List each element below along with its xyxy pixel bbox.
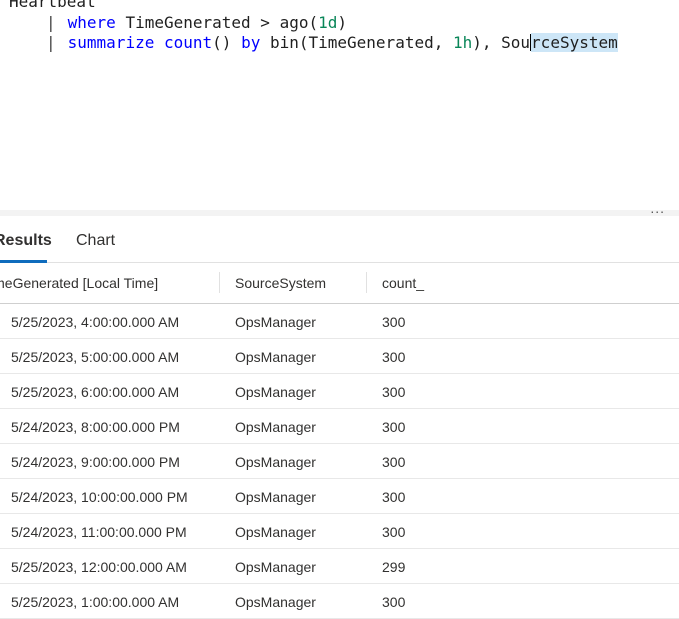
cell-count: 300 — [382, 384, 406, 400]
table-row[interactable]: 5/25/2023, 1:00:00.000 AM OpsManager 300 — [0, 584, 679, 619]
table-body: 5/25/2023, 4:00:00.000 AM OpsManager 300… — [0, 304, 679, 619]
summarize-keyword: summarize — [67, 33, 155, 52]
cell-count: 300 — [382, 419, 406, 435]
table-row[interactable]: 5/24/2023, 11:00:00.000 PM OpsManager 30… — [0, 514, 679, 549]
cell-timegenerated: 5/24/2023, 8:00:00.000 PM — [11, 419, 180, 435]
cell-timegenerated: 5/24/2023, 11:00:00.000 PM — [11, 524, 187, 540]
column-resize-handle[interactable] — [219, 272, 220, 293]
tab-results[interactable]: Results — [0, 232, 52, 250]
column-resize-handle[interactable] — [366, 272, 367, 293]
cell-count: 300 — [382, 314, 406, 330]
cell-sourcesystem: OpsManager — [235, 454, 316, 470]
cell-timegenerated: 5/25/2023, 12:00:00.000 AM — [11, 559, 187, 575]
table-row[interactable]: 5/25/2023, 5:00:00.000 AM OpsManager 300 — [0, 339, 679, 374]
cell-count: 300 — [382, 454, 406, 470]
cell-sourcesystem: OpsManager — [235, 559, 316, 575]
table-header: TimeGenerated [Local Time] SourceSystem … — [0, 263, 679, 304]
cell-count: 299 — [382, 559, 406, 575]
count-parens: () — [212, 33, 242, 52]
ago-number: 1d — [318, 13, 338, 32]
count-function: count — [163, 33, 213, 52]
column-header-sourcesystem[interactable]: SourceSystem — [235, 275, 326, 291]
selected-text: rceSystem — [531, 33, 618, 52]
column-header-timegenerated[interactable]: TimeGenerated [Local Time] — [0, 275, 158, 291]
bin-expression: bin(TimeGenerated, — [260, 33, 453, 52]
source-prefix: ), Sou — [472, 33, 531, 52]
cell-timegenerated: 5/24/2023, 9:00:00.000 PM — [11, 454, 180, 470]
tab-chart[interactable]: Chart — [76, 232, 115, 250]
table-row[interactable]: 5/24/2023, 10:00:00.000 PM OpsManager 30… — [0, 479, 679, 514]
table-row[interactable]: 5/25/2023, 6:00:00.000 AM OpsManager 300 — [0, 374, 679, 409]
cell-timegenerated: 5/25/2023, 1:00:00.000 AM — [11, 594, 180, 610]
cell-timegenerated: 5/25/2023, 6:00:00.000 AM — [11, 384, 180, 400]
pipe-token: | — [46, 13, 56, 32]
cell-sourcesystem: OpsManager — [235, 314, 316, 330]
table-name-token: Heartbeat — [9, 0, 96, 11]
by-keyword: by — [241, 33, 261, 52]
cell-sourcesystem: OpsManager — [235, 489, 316, 505]
cell-timegenerated: 5/24/2023, 10:00:00.000 PM — [11, 489, 188, 505]
table-row[interactable]: 5/25/2023, 4:00:00.000 AM OpsManager 300 — [0, 304, 679, 339]
cell-sourcesystem: OpsManager — [235, 594, 316, 610]
cell-sourcesystem: OpsManager — [235, 524, 316, 540]
more-options-icon[interactable]: ... — [650, 200, 665, 216]
cell-timegenerated: 5/25/2023, 5:00:00.000 AM — [11, 349, 180, 365]
cell-count: 300 — [382, 594, 406, 610]
pipe-token: | — [46, 33, 56, 52]
cell-count: 300 — [382, 489, 406, 505]
table-row[interactable]: 5/25/2023, 12:00:00.000 AM OpsManager 29… — [0, 549, 679, 584]
where-expression: TimeGenerated > ago( — [115, 13, 319, 32]
query-editor[interactable]: Heartbeat | where TimeGenerated > ago(1d)… — [0, 0, 679, 210]
bin-number: 1h — [452, 33, 473, 52]
code-line-1: Heartbeat — [9, 0, 96, 12]
where-keyword: where — [67, 13, 116, 32]
cell-sourcesystem: OpsManager — [235, 384, 316, 400]
cell-timegenerated: 5/25/2023, 4:00:00.000 AM — [11, 314, 180, 330]
table-row[interactable]: 5/24/2023, 8:00:00.000 PM OpsManager 300 — [0, 409, 679, 444]
cell-count: 300 — [382, 524, 406, 540]
cell-count: 300 — [382, 349, 406, 365]
close-paren: ) — [337, 13, 348, 32]
cell-sourcesystem: OpsManager — [235, 349, 316, 365]
column-header-count[interactable]: count_ — [382, 275, 424, 291]
cell-sourcesystem: OpsManager — [235, 419, 316, 435]
code-line-2: | where TimeGenerated > ago(1d) — [46, 13, 347, 33]
results-tabs: Results Chart — [0, 216, 679, 263]
table-row[interactable]: 5/24/2023, 9:00:00.000 PM OpsManager 300 — [0, 444, 679, 479]
code-line-3: | summarize count() by bin(TimeGenerated,… — [46, 33, 618, 53]
